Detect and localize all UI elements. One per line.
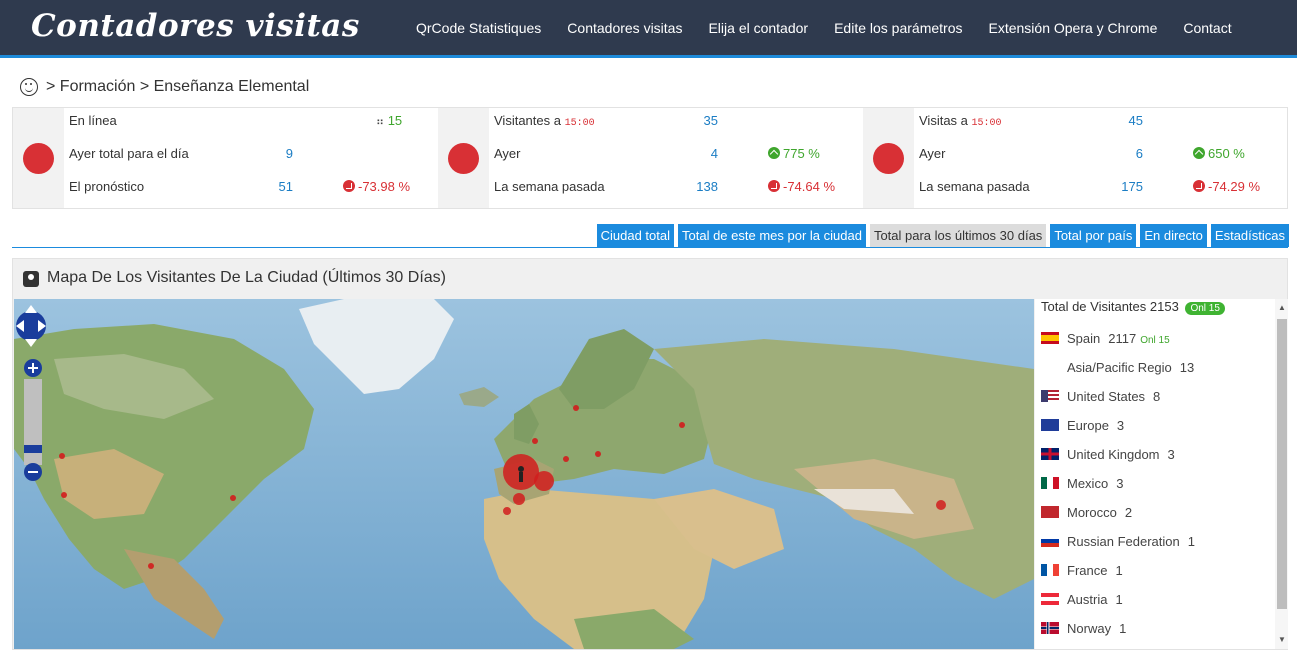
flag-morocco-icon [1041, 506, 1059, 518]
nav-link-contact[interactable]: Contact [1183, 20, 1231, 36]
legend-item-mexico[interactable]: Mexico 3 [1041, 476, 1123, 496]
globe-icon [873, 143, 904, 174]
flag-eu-icon [1041, 419, 1059, 431]
legend-item-france[interactable]: France 1 [1041, 563, 1123, 583]
legend-item-uk[interactable]: United Kingdom 3 [1041, 447, 1175, 467]
legend-item-morocco[interactable]: Morocco 2 [1041, 505, 1132, 525]
tab-por-pais[interactable]: Total por país [1050, 224, 1137, 247]
smiley-icon [20, 78, 38, 96]
tab-ciudad-total[interactable]: Ciudad total [596, 224, 674, 247]
visitors-legend: Total de Visitantes 2153 Onl 15 Spain 211… [1035, 299, 1287, 649]
legend-item-us[interactable]: United States 8 [1041, 389, 1160, 409]
breadcrumb-text[interactable]: > Formación > Enseñanza Elemental [46, 78, 309, 96]
tab-estadisticas[interactable]: Estadísticas [1210, 224, 1289, 247]
site-logo[interactable]: Contadores visitas [31, 8, 360, 44]
breadcrumb: > Formación > Enseñanza Elemental [20, 78, 309, 96]
stat-row-visits-week: La semana pasada 175 -74.29 % [919, 179, 1261, 194]
stat-row-visits: Visitas a 15:00 45 [919, 113, 1143, 129]
stats-visits-panel: Visitas a 15:00 45 Ayer 6 650 % La seman… [863, 108, 1289, 208]
footprints-icon: ⠶ [376, 116, 385, 128]
stat-row-visitors-yesterday: Ayer 4 775 % [494, 146, 820, 161]
stat-row-yesterday-total: Ayer total para el día 9 [69, 146, 293, 161]
stats-visitors-panel: Visitantes a 15:00 35 Ayer 4 775 % La se… [438, 108, 864, 208]
world-map[interactable] [14, 299, 1034, 649]
view-tabs: Ciudad total Total de este mes por la ci… [593, 224, 1289, 247]
arrow-up-icon [1193, 147, 1205, 159]
scroll-up-icon[interactable]: ▲ [1278, 303, 1286, 312]
legend-item-russia[interactable]: Russian Federation 1 [1041, 534, 1195, 554]
flag-russia-icon [1041, 535, 1059, 547]
flag-austria-icon [1041, 593, 1059, 605]
scroll-down-icon[interactable]: ▼ [1278, 635, 1286, 644]
flag-us-icon [1041, 390, 1059, 402]
arrow-up-icon [768, 147, 780, 159]
stat-row-forecast: El pronóstico 51 -73.98 % [69, 179, 411, 194]
nav-link-contadores[interactable]: Contadores visitas [567, 20, 682, 36]
scroll-thumb[interactable] [1277, 319, 1287, 609]
map-title: Mapa De Los Visitantes De La Ciudad (Últ… [47, 269, 446, 286]
legend-item-spain[interactable]: Spain 2117 Onl 15 [1041, 331, 1170, 351]
users-icon [448, 143, 479, 174]
flag-mexico-icon [1041, 477, 1059, 489]
tab-mes-ciudad[interactable]: Total de este mes por la ciudad [678, 224, 866, 247]
flag-uk-icon [1041, 448, 1059, 460]
flag-norway-icon [1041, 622, 1059, 634]
stat-row-visitors-week: La semana pasada 138 -74.64 % [494, 179, 836, 194]
nav-link-qrcode[interactable]: QrCode Statistiques [416, 20, 541, 36]
nav-link-elija[interactable]: Elija el contador [708, 20, 808, 36]
stats-online-panel: En línea ⠶ 15 Ayer total para el día 9 E… [13, 108, 439, 208]
legend-item-europe[interactable]: Europe 3 [1041, 418, 1124, 438]
stat-row-online: En línea ⠶ 15 [69, 113, 403, 128]
flag-france-icon [1041, 564, 1059, 576]
map-section: Mapa De Los Visitantes De La Ciudad (Últ… [12, 258, 1288, 650]
arrow-down-icon [768, 180, 780, 192]
legend-scrollbar[interactable]: ▲ ▼ [1275, 299, 1288, 649]
flag-spain-icon [1041, 332, 1059, 344]
legend-header: Total de Visitantes 2153 Onl 15 [1041, 299, 1225, 315]
nav-link-parametros[interactable]: Edite los parámetros [834, 20, 962, 36]
map-pin-icon [23, 271, 39, 287]
tab-ultimos-30-dias[interactable]: Total para los últimos 30 días [869, 224, 1047, 247]
map-zoom-control[interactable] [14, 299, 46, 485]
stats-panel: En línea ⠶ 15 Ayer total para el día 9 E… [12, 107, 1288, 209]
tab-en-directo[interactable]: En directo [1140, 224, 1207, 247]
map-svg [14, 299, 1034, 649]
legend-item-austria[interactable]: Austria 1 [1041, 592, 1123, 612]
visitor-icon [23, 143, 54, 174]
arrow-down-icon [343, 180, 355, 192]
stat-row-visits-yesterday: Ayer 6 650 % [919, 146, 1245, 161]
legend-item-asia[interactable]: Asia/Pacific Regio 13 [1041, 360, 1194, 380]
online-badge: Onl 15 [1185, 302, 1225, 315]
nav-links: QrCode Statistiques Contadores visitas E… [416, 20, 1258, 36]
flag-blank-icon [1041, 361, 1059, 373]
nav-link-extension[interactable]: Extensión Opera y Chrome [989, 20, 1158, 36]
top-nav: Contadores visitas QrCode Statistiques C… [0, 0, 1297, 58]
legend-item-norway[interactable]: Norway 1 [1041, 621, 1126, 641]
stat-row-visitors: Visitantes a 15:00 35 [494, 113, 718, 129]
tabs-divider [12, 247, 1288, 248]
arrow-down-icon [1193, 180, 1205, 192]
